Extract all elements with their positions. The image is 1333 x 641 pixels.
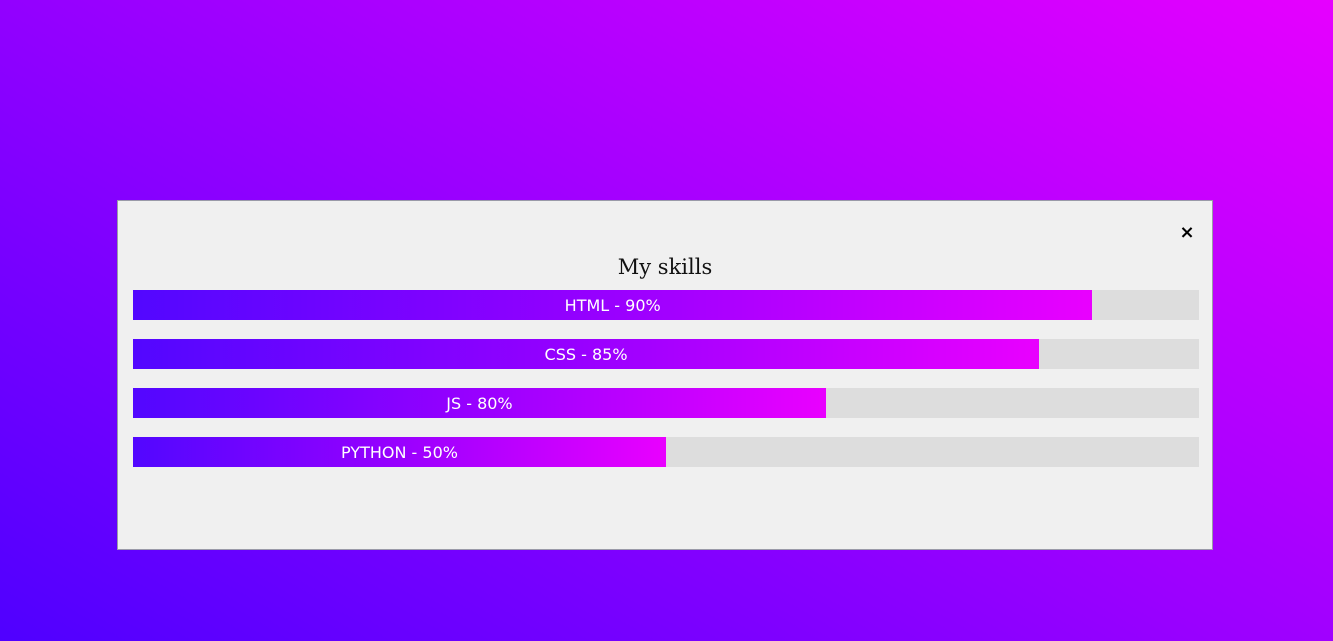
skill-label-css: CSS - 85% <box>544 344 628 364</box>
skill-bar-python: PYTHON - 50% <box>133 437 1199 467</box>
skill-bar-js: JS - 80% <box>133 388 1199 418</box>
skill-label-js: JS - 80% <box>446 393 513 413</box>
skill-fill-python: PYTHON - 50% <box>133 437 666 467</box>
skill-label-python: PYTHON - 50% <box>341 442 458 462</box>
modal-title: My skills <box>617 255 713 279</box>
skill-fill-css: CSS - 85% <box>133 339 1040 369</box>
skill-bar-html: HTML - 90% <box>133 290 1199 320</box>
close-icon[interactable]: × <box>1178 222 1196 244</box>
skill-fill-js: JS - 80% <box>133 388 826 418</box>
skill-fill-html: HTML - 90% <box>133 290 1093 320</box>
skills-modal: × My skills HTML - 90% CSS - 85% JS - 80… <box>117 200 1213 550</box>
skill-label-html: HTML - 90% <box>564 295 661 315</box>
skill-bar-css: CSS - 85% <box>133 339 1199 369</box>
skills-list: HTML - 90% CSS - 85% JS - 80% PYTHON - 5… <box>133 290 1199 486</box>
